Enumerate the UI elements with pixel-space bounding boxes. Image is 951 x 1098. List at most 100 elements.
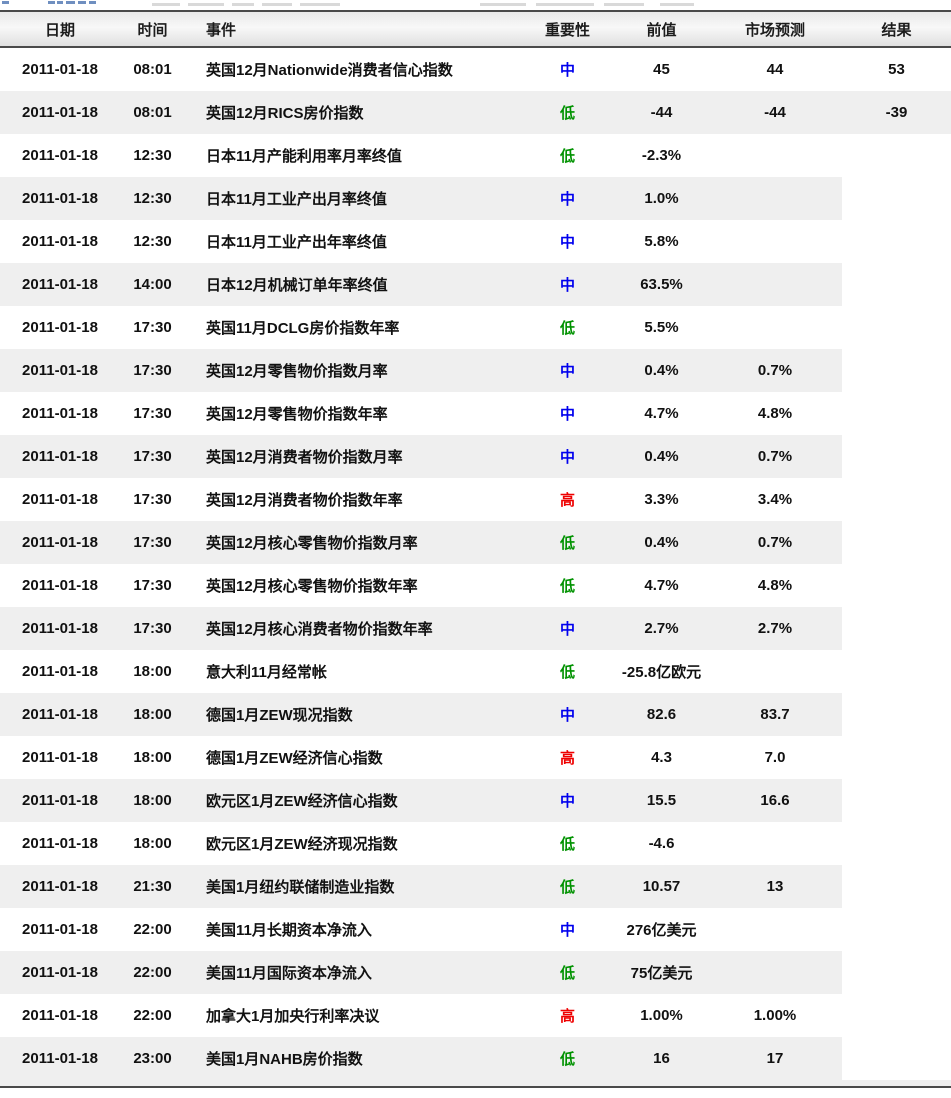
result-value bbox=[842, 306, 951, 349]
result-value bbox=[842, 220, 951, 263]
date-cell: 2011-01-18 bbox=[22, 835, 98, 852]
event-cell: 英国12月零售物价指数年率 bbox=[206, 406, 388, 423]
result-value bbox=[842, 177, 951, 220]
importance-badge: 低 bbox=[520, 521, 615, 564]
date-cell: 2011-01-18 bbox=[22, 921, 98, 938]
table-row: 2011-01-18 17:30 英国12月零售物价指数年率 中 4.7% 4.… bbox=[0, 392, 951, 435]
result-value: -39 bbox=[842, 91, 951, 134]
time-cell: 18:00 bbox=[120, 693, 185, 736]
time-cell: 18:00 bbox=[133, 663, 172, 680]
table-row: 2011-01-18 08:01 英国12月RICS房价指数 低 -44 -44… bbox=[0, 91, 951, 134]
result-value bbox=[842, 521, 951, 564]
forecast-value: -44 bbox=[708, 91, 842, 134]
importance-badge: 中 bbox=[559, 62, 575, 79]
previous-value: 5.8% bbox=[644, 233, 679, 250]
forecast-value: 0.7% bbox=[708, 521, 842, 564]
time-cell: 08:01 bbox=[133, 61, 172, 78]
importance-badge: 低 bbox=[520, 1037, 615, 1080]
forecast-value: 16.6 bbox=[708, 779, 842, 822]
result-value bbox=[842, 435, 951, 478]
event-cell: 德国1月ZEW经济信心指数 bbox=[206, 750, 383, 767]
previous-value: 4.7% bbox=[644, 405, 679, 422]
result-value bbox=[842, 1037, 951, 1080]
forecast-value: 83.7 bbox=[708, 693, 842, 736]
column-header-date: 日期 bbox=[44, 21, 75, 39]
forecast-value: 4.8% bbox=[757, 405, 793, 422]
date-cell: 2011-01-18 bbox=[0, 349, 120, 392]
table-bottom-border bbox=[0, 1086, 951, 1088]
previous-value: 0.4% bbox=[615, 435, 708, 478]
result-value bbox=[842, 134, 951, 177]
time-cell: 23:00 bbox=[120, 1037, 185, 1080]
event-cell: 英国12月零售物价指数月率 bbox=[185, 349, 520, 392]
date-cell: 2011-01-18 bbox=[0, 779, 120, 822]
time-cell: 17:30 bbox=[120, 349, 185, 392]
forecast-value: 44 bbox=[766, 61, 784, 78]
table-row: 2011-01-18 18:00 意大利11月经常帐 低 -25.8亿欧元 bbox=[0, 650, 951, 693]
date-cell: 2011-01-18 bbox=[0, 521, 120, 564]
previous-value: 63.5% bbox=[615, 263, 708, 306]
table-row: 2011-01-18 17:30 英国12月核心零售物价指数月率 低 0.4% … bbox=[0, 521, 951, 564]
forecast-value: 4.8% bbox=[757, 577, 793, 594]
date-cell: 2011-01-18 bbox=[0, 435, 120, 478]
forecast-value: 1.00% bbox=[753, 1007, 797, 1024]
table-header-row: 日期 时间 事件 重要性 前值 市场预测 结果 bbox=[0, 10, 951, 48]
table-row: 2011-01-18 18:00 欧元区1月ZEW经济现况指数 低 -4.6 bbox=[0, 822, 951, 865]
previous-value: 0.4% bbox=[615, 521, 708, 564]
table-row: 2011-01-18 18:00 德国1月ZEW经济信心指数 高 4.3 7.0 bbox=[0, 736, 951, 779]
importance-badge: 低 bbox=[559, 664, 575, 681]
previous-value: -44 bbox=[615, 91, 708, 134]
date-cell: 2011-01-18 bbox=[0, 607, 120, 650]
result-value bbox=[842, 607, 951, 650]
importance-badge: 高 bbox=[559, 1008, 575, 1025]
forecast-value: 17 bbox=[708, 1037, 842, 1080]
importance-badge: 中 bbox=[520, 607, 615, 650]
date-cell: 2011-01-18 bbox=[22, 491, 98, 508]
event-cell: 美国11月长期资本净流入 bbox=[206, 922, 372, 939]
table-row: 2011-01-18 08:01 英国12月Nationwide消费者信心指数 … bbox=[0, 48, 951, 91]
date-cell: 2011-01-18 bbox=[22, 147, 98, 164]
forecast-value: 13 bbox=[708, 865, 842, 908]
previous-value: -4.6 bbox=[648, 835, 675, 852]
result-value bbox=[842, 865, 951, 908]
previous-value: 82.6 bbox=[615, 693, 708, 736]
table-row: 2011-01-18 22:00 加拿大1月加央行利率决议 高 1.00% 1.… bbox=[0, 994, 951, 1037]
importance-badge: 低 bbox=[520, 91, 615, 134]
date-cell: 2011-01-18 bbox=[0, 865, 120, 908]
table-row: 2011-01-18 17:30 英国12月核心零售物价指数年率 低 4.7% … bbox=[0, 564, 951, 607]
result-value bbox=[842, 822, 951, 865]
forecast-value bbox=[708, 134, 842, 177]
result-value bbox=[842, 650, 951, 693]
event-cell: 德国1月ZEW现况指数 bbox=[185, 693, 520, 736]
table-row: 2011-01-18 17:30 英国11月DCLG房价指数年率 低 5.5% bbox=[0, 306, 951, 349]
date-cell: 2011-01-18 bbox=[0, 91, 120, 134]
importance-badge: 中 bbox=[559, 234, 575, 251]
previous-value: 3.3% bbox=[644, 491, 679, 508]
previous-value: 15.5 bbox=[615, 779, 708, 822]
forecast-value bbox=[708, 263, 842, 306]
result-value: 53 bbox=[888, 61, 905, 78]
event-cell: 美国1月纽约联储制造业指数 bbox=[185, 865, 520, 908]
forecast-value bbox=[708, 822, 842, 865]
forecast-value: 0.7% bbox=[708, 349, 842, 392]
forecast-value: 7.0 bbox=[764, 749, 786, 766]
time-cell: 17:30 bbox=[120, 521, 185, 564]
event-cell: 美国11月国际资本净流入 bbox=[185, 951, 520, 994]
table-row: 2011-01-18 12:30 日本11月工业产出月率终值 中 1.0% bbox=[0, 177, 951, 220]
result-value bbox=[842, 994, 951, 1037]
forecast-value bbox=[708, 951, 842, 994]
time-cell: 14:00 bbox=[120, 263, 185, 306]
previous-value: 45 bbox=[653, 61, 670, 78]
time-cell: 22:00 bbox=[120, 951, 185, 994]
table-row: 2011-01-18 14:00 日本12月机械订单年率终值 中 63.5% bbox=[0, 263, 951, 306]
time-cell: 12:30 bbox=[133, 233, 172, 250]
forecast-value: 2.7% bbox=[708, 607, 842, 650]
importance-badge: 低 bbox=[559, 320, 575, 337]
importance-badge: 低 bbox=[520, 951, 615, 994]
time-cell: 17:30 bbox=[133, 405, 172, 422]
previous-value: 5.5% bbox=[644, 319, 679, 336]
importance-badge: 中 bbox=[520, 177, 615, 220]
forecast-value bbox=[708, 650, 842, 693]
column-header-time: 时间 bbox=[137, 21, 168, 39]
table-row: 2011-01-18 18:00 德国1月ZEW现况指数 中 82.6 83.7 bbox=[0, 693, 951, 736]
